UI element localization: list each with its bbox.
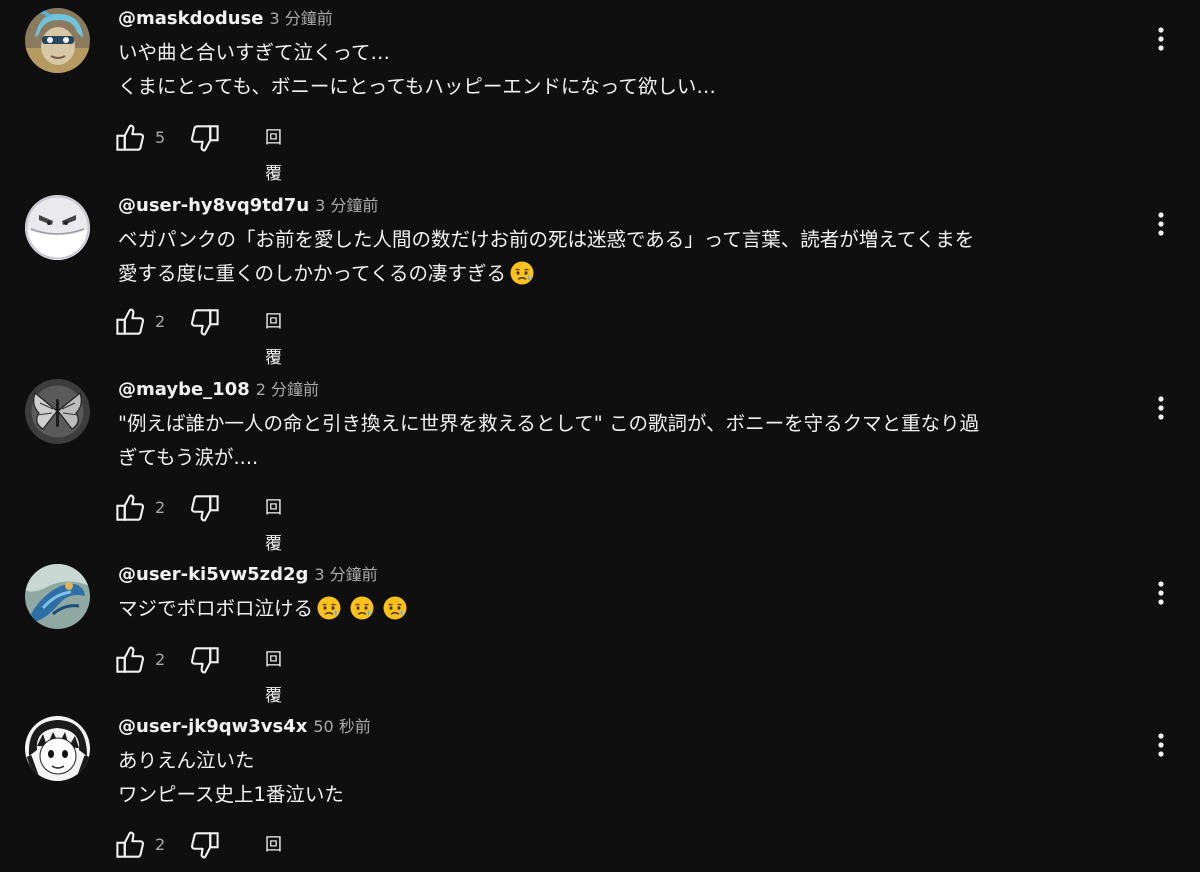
comment-time[interactable]: 3 分鐘前 bbox=[315, 196, 378, 215]
avatar[interactable] bbox=[25, 8, 90, 73]
like-button[interactable] bbox=[112, 827, 148, 863]
comment-line: ぎてもう涙が.... bbox=[118, 446, 259, 469]
like-count: 2 bbox=[155, 835, 166, 854]
comment-menu-button[interactable] bbox=[1146, 24, 1176, 54]
author-name[interactable]: @user-ki5vw5zd2g bbox=[118, 564, 308, 585]
reply-button[interactable]: 回覆 bbox=[257, 642, 290, 706]
author-name[interactable]: @maybe_108 bbox=[118, 379, 250, 400]
more-vert-icon bbox=[1158, 733, 1164, 757]
crying-face-emoji-icon bbox=[350, 596, 374, 619]
like-count: 2 bbox=[155, 312, 166, 331]
comment-time[interactable]: 3 分鐘前 bbox=[269, 9, 332, 28]
comment-menu-button[interactable] bbox=[1146, 393, 1176, 423]
like-button[interactable] bbox=[112, 120, 148, 156]
author-name[interactable]: @maskdoduse bbox=[118, 8, 263, 29]
thumbs-down-icon bbox=[190, 309, 219, 336]
dislike-button[interactable] bbox=[187, 304, 223, 340]
comment-time[interactable]: 50 秒前 bbox=[313, 717, 370, 736]
thumbs-up-icon bbox=[116, 831, 145, 858]
avatar[interactable] bbox=[25, 564, 90, 629]
like-count: 2 bbox=[155, 650, 166, 669]
comment-line: ベガパンクの「お前を愛した人間の数だけお前の死は迷惑である」って言葉、読者が増え… bbox=[118, 228, 975, 251]
author-name[interactable]: @user-hy8vq9td7u bbox=[118, 195, 309, 216]
thumbs-down-icon bbox=[190, 832, 219, 859]
comment-text: ベガパンクの「お前を愛した人間の数だけお前の死は迷惑である」って言葉、読者が増え… bbox=[118, 223, 1128, 291]
avatar[interactable] bbox=[25, 379, 90, 444]
comment-line: マジでボロボロ泣ける bbox=[118, 592, 1128, 626]
comment-header: @user-hy8vq9td7u 3 分鐘前 bbox=[118, 190, 378, 222]
reply-button[interactable]: 回覆 bbox=[257, 304, 290, 368]
dislike-button[interactable] bbox=[187, 642, 223, 678]
dislike-button[interactable] bbox=[187, 827, 223, 863]
more-vert-icon bbox=[1158, 396, 1164, 420]
comment-line: くまにとっても、ボニーにとってもハッピーエンドになって欲しい… bbox=[118, 75, 716, 98]
more-vert-icon bbox=[1158, 212, 1164, 236]
thumbs-up-icon bbox=[116, 124, 145, 151]
comment-menu-button[interactable] bbox=[1146, 730, 1176, 760]
comment-line-text: 愛する度に重くのしかかってくるの凄すぎる bbox=[118, 262, 507, 285]
avatar[interactable] bbox=[25, 195, 90, 260]
comment-line-text: マジでボロボロ泣ける bbox=[118, 597, 314, 620]
comment-time[interactable]: 2 分鐘前 bbox=[256, 380, 319, 399]
comment-text: マジでボロボロ泣ける bbox=[118, 592, 1128, 626]
thumbs-down-icon bbox=[190, 647, 219, 674]
comment-header: @user-ki5vw5zd2g 3 分鐘前 bbox=[118, 559, 378, 591]
comment-line: いや曲と合いすぎて泣くって… bbox=[118, 41, 391, 64]
thumbs-up-icon bbox=[116, 646, 145, 673]
comment-header: @user-jk9qw3vs4x 50 秒前 bbox=[118, 711, 371, 743]
reply-button[interactable]: 回覆 bbox=[257, 827, 290, 872]
crying-face-emoji-icon bbox=[317, 596, 341, 619]
crying-face-emoji-icon bbox=[383, 596, 407, 619]
like-count: 2 bbox=[155, 498, 166, 517]
comment-line: 愛する度に重くのしかかってくるの凄すぎる bbox=[118, 257, 1128, 291]
reply-button[interactable]: 回覆 bbox=[257, 120, 290, 184]
comment-line: "例えば誰か一人の命と引き換えに世界を救えるとして" この歌詞が、ボニーを守るク… bbox=[118, 412, 980, 435]
more-vert-icon bbox=[1158, 581, 1164, 605]
thumbs-down-icon bbox=[190, 125, 219, 152]
comment-menu-button[interactable] bbox=[1146, 209, 1176, 239]
like-count: 5 bbox=[155, 128, 166, 147]
comment-line: ありえん泣いた bbox=[118, 749, 255, 772]
comment-line: ワンピース史上1番泣いた bbox=[118, 783, 344, 806]
comment-time[interactable]: 3 分鐘前 bbox=[314, 565, 377, 584]
more-vert-icon bbox=[1158, 27, 1164, 51]
comment-menu-button[interactable] bbox=[1146, 578, 1176, 608]
dislike-button[interactable] bbox=[187, 490, 223, 526]
crying-face-emoji-icon bbox=[510, 261, 534, 284]
comment-text: いや曲と合いすぎて泣くって… くまにとっても、ボニーにとってもハッピーエンドにな… bbox=[118, 36, 1128, 104]
reply-button[interactable]: 回覆 bbox=[257, 490, 290, 554]
like-button[interactable] bbox=[112, 304, 148, 340]
comment-text: "例えば誰か一人の命と引き換えに世界を救えるとして" この歌詞が、ボニーを守るク… bbox=[118, 407, 1128, 475]
comment-text: ありえん泣いた ワンピース史上1番泣いた bbox=[118, 744, 1128, 812]
like-button[interactable] bbox=[112, 490, 148, 526]
thumbs-up-icon bbox=[116, 494, 145, 521]
thumbs-down-icon bbox=[190, 495, 219, 522]
comment-header: @maybe_108 2 分鐘前 bbox=[118, 374, 319, 406]
comment-header: @maskdoduse 3 分鐘前 bbox=[118, 3, 333, 35]
comments-section: @maskdoduse 3 分鐘前 いや曲と合いすぎて泣くって… くまにとっても、… bbox=[0, 0, 1200, 872]
dislike-button[interactable] bbox=[187, 120, 223, 156]
like-button[interactable] bbox=[112, 642, 148, 678]
author-name[interactable]: @user-jk9qw3vs4x bbox=[118, 716, 307, 737]
thumbs-up-icon bbox=[116, 308, 145, 335]
avatar[interactable] bbox=[25, 716, 90, 781]
